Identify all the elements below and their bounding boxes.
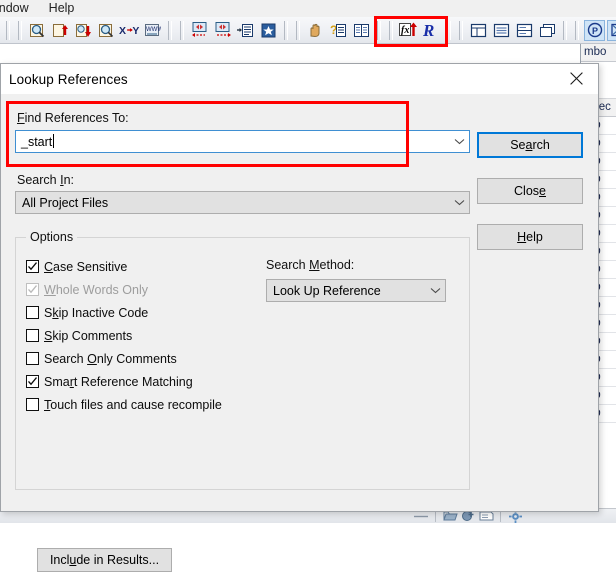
toolbar-separator (296, 21, 300, 40)
goto-line-icon[interactable] (235, 20, 256, 41)
search-in-label: Search In: (17, 173, 74, 187)
checkbox-box[interactable] (26, 375, 39, 388)
checkbox-whole-words-only[interactable]: Whole Words Only (26, 281, 148, 298)
toolbar-separator (389, 21, 393, 40)
toolbar-separator (284, 21, 288, 40)
toolbar-separator (377, 21, 381, 40)
bookmark-icon[interactable] (258, 20, 279, 41)
search-magnifier-icon[interactable] (27, 20, 48, 41)
jump-forward-icon[interactable] (212, 20, 233, 41)
toolbar-separator (180, 21, 184, 40)
text-caret (53, 134, 54, 148)
panel-cascade-icon[interactable] (537, 20, 558, 41)
search-button[interactable]: Search (477, 132, 583, 158)
toolbar-separator (459, 21, 463, 40)
toolbar-separator (447, 21, 451, 40)
toolbar-separator (6, 21, 10, 40)
jump-back-icon[interactable] (189, 20, 210, 41)
include-in-results-button[interactable]: Include in Results... (37, 548, 172, 572)
search-down-icon[interactable] (73, 20, 94, 41)
checkbox-skip-comments[interactable]: Skip Comments (26, 327, 132, 344)
toolbar-separator (18, 21, 22, 40)
menu-item-window[interactable]: indow (0, 0, 39, 17)
svg-text:X: X (119, 25, 126, 37)
dialog-title: Lookup References (1, 72, 128, 87)
xy-convert-icon[interactable]: X Y (119, 20, 140, 41)
search-all-icon[interactable] (96, 20, 117, 41)
main-toolbar: X Y WWW (0, 17, 616, 44)
checkbox-box[interactable] (26, 306, 39, 319)
panel-list-icon[interactable] (491, 20, 512, 41)
svg-text:WWW: WWW (146, 27, 161, 33)
checkbox-box[interactable] (26, 329, 39, 342)
context-help-icon[interactable]: ? (328, 20, 349, 41)
lookup-references-dialog: Lookup References Find References To: _s… (0, 63, 599, 512)
dialog-body: Find References To: _start Search In: Al… (1, 94, 598, 511)
checkbox-label: Smart Reference Matching (44, 375, 193, 389)
chevron-down-icon[interactable] (449, 199, 469, 206)
checkbox-box[interactable] (26, 283, 39, 296)
checkbox-touch-files[interactable]: Touch files and cause recompile (26, 396, 222, 413)
toolbar-separator (563, 21, 567, 40)
lookup-references-icon[interactable]: R (421, 20, 442, 41)
close-button[interactable]: Close (477, 178, 583, 204)
panel-grid-icon[interactable] (468, 20, 489, 41)
web-lookup-icon[interactable]: WWW (142, 20, 163, 41)
menu-bar: indow Help (0, 0, 616, 17)
search-up-icon[interactable] (50, 20, 71, 41)
find-references-value: _start (16, 134, 54, 149)
checkbox-label: Touch files and cause recompile (44, 398, 222, 412)
checkbox-box[interactable] (26, 352, 39, 365)
help-button[interactable]: Help (477, 224, 583, 250)
svg-text:Y: Y (132, 25, 139, 37)
dialog-title-bar[interactable]: Lookup References (1, 64, 598, 94)
options-group-title: Options (26, 230, 77, 244)
chevron-down-icon[interactable] (449, 138, 469, 145)
background-column-header: mbo (581, 44, 616, 62)
search-method-value: Look Up Reference (267, 284, 381, 298)
documentation-icon[interactable] (351, 20, 372, 41)
toolbar-separator (575, 21, 579, 40)
checkbox-label: Skip Comments (44, 329, 132, 343)
checkbox-label: Whole Words Only (44, 283, 148, 297)
checkbox-label: Search Only Comments (44, 352, 177, 366)
checkbox-skip-inactive-code[interactable]: Skip Inactive Code (26, 304, 148, 321)
find-references-label: Find References To: (17, 111, 129, 125)
project-icon[interactable]: P (584, 20, 605, 41)
checkbox-smart-reference-matching[interactable]: Smart Reference Matching (26, 373, 193, 390)
resize-icon[interactable] (607, 20, 616, 41)
search-method-select[interactable]: Look Up Reference (266, 279, 446, 302)
checkbox-label: Case Sensitive (44, 260, 127, 274)
search-method-label: Search Method: (266, 258, 354, 272)
checkbox-search-only-comments[interactable]: Search Only Comments (26, 350, 177, 367)
checkbox-case-sensitive[interactable]: Case Sensitive (26, 258, 127, 275)
checkbox-box[interactable] (26, 398, 39, 411)
checkbox-box[interactable] (26, 260, 39, 273)
menu-item-help[interactable]: Help (39, 0, 85, 17)
svg-text:R: R (422, 21, 434, 39)
checkbox-label: Skip Inactive Code (44, 306, 148, 320)
chevron-down-icon[interactable] (425, 287, 445, 294)
svg-text:fx: fx (401, 25, 409, 36)
function-lookup-icon[interactable]: fx (398, 20, 419, 41)
search-in-select[interactable]: All Project Files (15, 191, 470, 214)
panel-split-icon[interactable] (514, 20, 535, 41)
close-icon[interactable] (554, 64, 598, 93)
svg-text:P: P (592, 26, 598, 36)
hand-tool-icon[interactable] (305, 20, 326, 41)
find-references-input[interactable]: _start (15, 130, 470, 153)
toolbar-separator (168, 21, 172, 40)
search-in-value: All Project Files (16, 196, 108, 210)
options-group: Options Case SensitiveWhole Words OnlySk… (15, 237, 470, 490)
